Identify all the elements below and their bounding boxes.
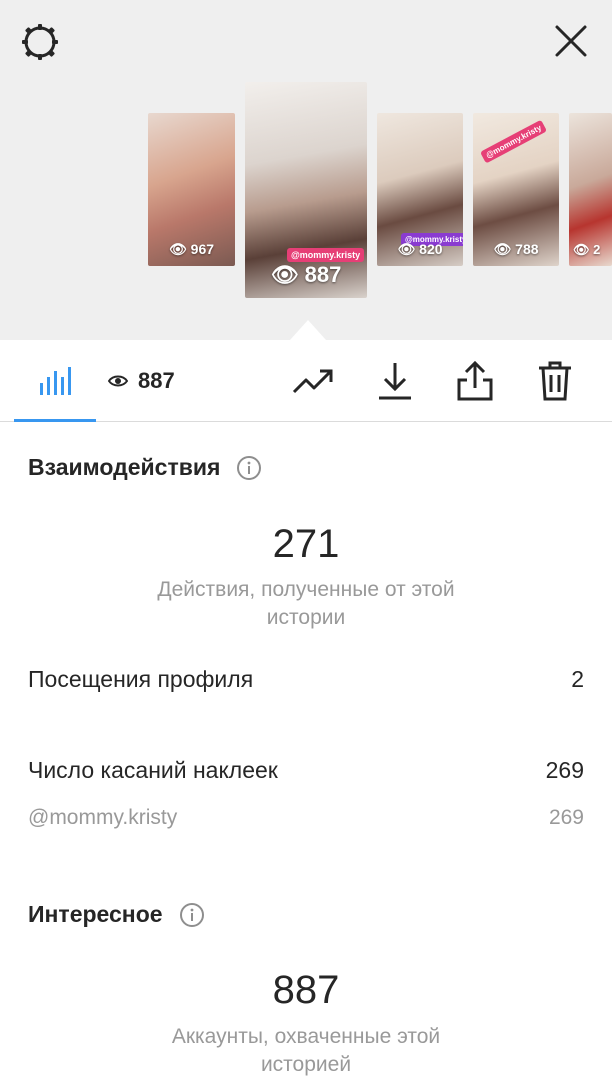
- delete-button[interactable]: [532, 358, 578, 404]
- sticker-taps-row: Число касаний наклеек 269: [28, 757, 584, 784]
- story-thumbnail[interactable]: 👁 967: [148, 113, 235, 266]
- viewers-button[interactable]: 887: [108, 366, 175, 396]
- share-button[interactable]: [452, 358, 498, 404]
- sticker-taps-label: Число касаний наклеек: [28, 757, 278, 783]
- sticker-name: @mommy.kristy: [28, 806, 178, 829]
- interactions-total: 271: [272, 522, 340, 566]
- story-views: 👁 820: [397, 241, 443, 257]
- trash-icon: [539, 361, 571, 401]
- profile-visits-value: 2: [571, 666, 584, 692]
- info-icon[interactable]: [179, 902, 205, 928]
- share-icon: [457, 360, 493, 401]
- profile-visits-label: Посещения профиля: [28, 666, 254, 692]
- selected-story-indicator: [290, 320, 326, 340]
- story-views: 👁 967: [168, 241, 215, 257]
- interactions-caption: Действия, полученные от этой истории: [157, 578, 455, 629]
- download-icon: [379, 363, 411, 400]
- discovery-total: 887: [272, 968, 340, 1012]
- trending-icon: [292, 369, 333, 394]
- sticker-detail-row: @mommy.kristy 269: [28, 806, 584, 830]
- eye-icon: [108, 375, 128, 387]
- info-icon[interactable]: [236, 455, 262, 481]
- profile-visits-row: Посещения профиля 2: [28, 666, 584, 693]
- discovery-section-title: Интересное: [28, 901, 205, 928]
- sticker-value: 269: [548, 806, 584, 829]
- story-thumbnail-selected[interactable]: @mommy.kristy 👁 887: [245, 82, 367, 298]
- story-thumbnails: 👁 967 @mommy.kristy 👁 887 @mommy.kristy …: [0, 0, 612, 340]
- discovery-title: Интересное: [28, 901, 163, 927]
- interactions-title: Взаимодействия: [28, 454, 221, 480]
- interactions-section-title: Взаимодействия: [28, 454, 262, 481]
- insights-tab[interactable]: [14, 340, 96, 422]
- viewers-count: 887: [138, 368, 175, 393]
- promote-button[interactable]: [290, 358, 336, 404]
- story-thumbnail[interactable]: @mommy.kristy 👁 788: [473, 113, 559, 266]
- story-toolbar: 887: [0, 340, 612, 422]
- story-thumbnail[interactable]: @mommy.kristy 👁 820: [377, 113, 463, 266]
- insights-bar-icon: [40, 366, 71, 395]
- mention-sticker: @mommy.kristy: [287, 248, 365, 262]
- discovery-caption: Аккаунты, охваченные этой историей: [171, 1025, 441, 1076]
- sticker-taps-value: 269: [545, 757, 584, 783]
- mention-sticker: @mommy.kristy: [480, 119, 548, 164]
- story-views: 👁 788: [493, 241, 539, 257]
- story-thumbnail[interactable]: 👁 2: [569, 113, 612, 266]
- download-button[interactable]: [372, 358, 418, 404]
- story-views: 👁 887: [270, 262, 342, 287]
- story-views: 👁 2: [573, 242, 601, 257]
